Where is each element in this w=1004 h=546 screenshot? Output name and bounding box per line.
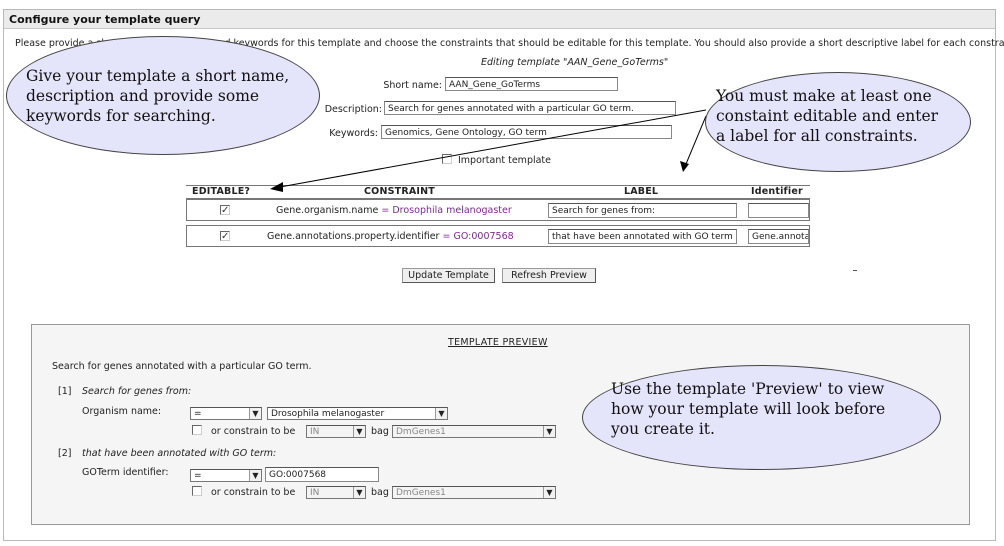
arrow-to-editable-column bbox=[279, 109, 707, 188]
callout-line: Use the template 'Preview' to view bbox=[611, 380, 885, 398]
callout-line: you create it. bbox=[611, 420, 715, 438]
arrowhead-icon bbox=[680, 161, 689, 172]
arrow-to-label-column bbox=[685, 115, 707, 165]
callout-line: keywords for searching. bbox=[26, 107, 216, 125]
callout-line: Give your template a short name, bbox=[26, 67, 290, 85]
callout-text: Use the template 'Preview' to view how y… bbox=[611, 379, 885, 439]
callout-line: constaint editable and enter bbox=[716, 107, 939, 125]
callout-line: You must make at least one bbox=[716, 87, 932, 105]
callout-line: how your template will look before bbox=[611, 400, 886, 418]
callout-line: description and provide some bbox=[26, 87, 260, 105]
callout-line: a label for all constraints. bbox=[716, 127, 918, 145]
callout-text: Give your template a short name, descrip… bbox=[26, 66, 289, 126]
callout-text: You must make at least one constaint edi… bbox=[716, 86, 938, 146]
arrowhead-icon bbox=[270, 182, 283, 192]
